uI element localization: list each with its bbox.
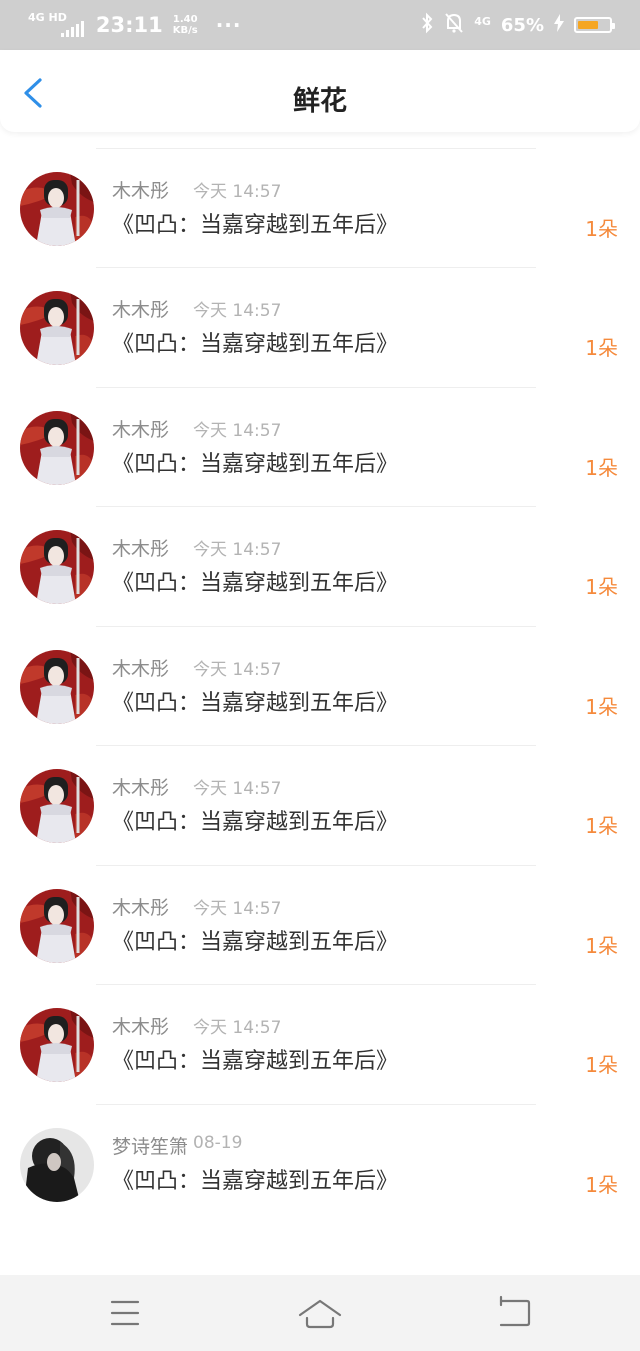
timestamp: 今天 14:57	[193, 1018, 282, 1038]
list-item[interactable]: 木木彤 今天 14:57 《凹凸：当嘉穿越到五年后》 1朵	[0, 507, 640, 627]
more-notifications: ···	[215, 13, 242, 37]
flower-count: 1朵	[585, 455, 618, 480]
flower-count: 1朵	[585, 336, 618, 360]
timestamp: 今天 14:57	[193, 181, 282, 202]
status-time: 23:11	[95, 13, 163, 37]
return-button[interactable]	[485, 1289, 545, 1335]
mute-bell-icon	[444, 12, 464, 38]
avatar[interactable]	[20, 769, 94, 843]
battery-icon	[574, 17, 615, 33]
flower-list: 木木彤 今天 14:57 《凹凸：当嘉穿越到五年后》 1朵 木木彤 今天 14:57 《凹凸…	[0, 132, 640, 1275]
flower-count: 1朵	[585, 694, 618, 719]
user-name[interactable]: 木木彤	[112, 773, 169, 800]
return-icon	[499, 1295, 531, 1327]
story-title[interactable]: 《凹凸：当嘉穿越到五年后》	[112, 685, 398, 717]
status-bar: 4G HD 23:11 1.40 KB/s ··· 4G 65%	[0, 0, 640, 50]
flower-count: 1朵	[585, 814, 618, 838]
story-title[interactable]: 《凹凸：当嘉穿越到五年后》	[112, 326, 398, 358]
story-title[interactable]: 《凹凸：当嘉穿越到五年后》	[112, 446, 398, 478]
story-title[interactable]: 《凹凸：当嘉穿越到五年后》	[112, 207, 398, 239]
timestamp: 今天 14:57	[193, 898, 282, 919]
timestamp: 今天 14:57	[193, 540, 282, 560]
menu-button[interactable]	[95, 1289, 155, 1335]
timestamp: 08-19	[193, 1132, 243, 1153]
flower-count: 1朵	[585, 575, 618, 599]
timestamp: 今天 14:57	[193, 779, 282, 799]
page-title: 鲜花	[293, 86, 347, 117]
user-name[interactable]: 木木彤	[112, 415, 169, 442]
charging-icon	[554, 14, 564, 36]
signal-icon	[60, 21, 84, 37]
speed-unit: KB/s	[172, 25, 198, 36]
flower-count: 1朵	[585, 1172, 618, 1197]
story-title[interactable]: 《凹凸：当嘉穿越到五年后》	[112, 1163, 398, 1195]
list-item[interactable]: 木木彤 今天 14:57 《凹凸：当嘉穿越到五年后》 1朵	[0, 388, 640, 507]
network-speed: 1.40 KB/s	[173, 14, 198, 36]
avatar[interactable]	[20, 1008, 94, 1082]
battery-fill	[578, 21, 598, 29]
user-name[interactable]: 木木彤	[112, 1012, 169, 1039]
header: 鲜花	[0, 50, 640, 132]
avatar[interactable]	[20, 1127, 94, 1202]
battery-percent: 65%	[500, 14, 544, 36]
list-item[interactable]: 木木彤今天 14:57《凹凸：当嘉穿越到五年后》1朵	[0, 132, 640, 149]
user-name[interactable]: 木木彤	[112, 893, 169, 920]
home-icon	[298, 1299, 342, 1329]
user-name[interactable]: 梦诗笙箫	[112, 1132, 188, 1159]
flower-count: 1朵	[585, 216, 618, 241]
list-item[interactable]: 木木彤 今天 14:57 《凹凸：当嘉穿越到五年后》 1朵	[0, 149, 640, 268]
timestamp: 今天 14:57	[193, 659, 282, 680]
story-title[interactable]: 《凹凸：当嘉穿越到五年后》	[112, 924, 398, 956]
flower-count: 1朵	[585, 933, 618, 958]
list-item[interactable]: 梦诗笙箫 08-19 《凹凸：当嘉穿越到五年后》 1朵	[0, 1105, 640, 1225]
avatar[interactable]	[20, 888, 94, 963]
timestamp: 今天 14:57	[193, 301, 282, 321]
story-title[interactable]: 《凹凸：当嘉穿越到五年后》	[112, 565, 398, 597]
home-button[interactable]	[290, 1289, 350, 1335]
list-item[interactable]: 木木彤 今天 14:57 《凹凸：当嘉穿越到五年后》 1朵	[0, 746, 640, 866]
list-item[interactable]: 木木彤 今天 14:57 《凹凸：当嘉穿越到五年后》 1朵	[0, 985, 640, 1105]
menu-icon	[110, 1300, 140, 1326]
user-name[interactable]: 木木彤	[112, 176, 169, 203]
user-name[interactable]: 木木彤	[112, 534, 169, 561]
user-name[interactable]: 木木彤	[112, 654, 169, 681]
network-type-right: 4G	[474, 14, 491, 28]
list-item[interactable]: 木木彤 今天 14:57 《凹凸：当嘉穿越到五年后》 1朵	[0, 268, 640, 388]
navigation-bar	[0, 1275, 640, 1351]
timestamp: 今天 14:57	[193, 420, 282, 441]
story-title[interactable]: 《凹凸：当嘉穿越到五年后》	[112, 1043, 398, 1075]
user-name[interactable]: 木木彤	[112, 295, 169, 322]
bluetooth-icon	[420, 12, 434, 38]
avatar[interactable]	[20, 649, 94, 724]
avatar[interactable]	[20, 291, 94, 365]
avatar[interactable]	[20, 171, 94, 246]
story-title[interactable]: 《凹凸：当嘉穿越到五年后》	[112, 804, 398, 836]
list-item[interactable]: 木木彤 今天 14:57 《凹凸：当嘉穿越到五年后》 1朵	[0, 627, 640, 746]
flower-count: 1朵	[585, 1053, 618, 1077]
avatar[interactable]	[20, 530, 94, 604]
avatar[interactable]	[20, 410, 94, 485]
speed-value: 1.40	[172, 14, 198, 25]
list-item[interactable]: 木木彤 今天 14:57 《凹凸：当嘉穿越到五年后》 1朵	[0, 866, 640, 985]
